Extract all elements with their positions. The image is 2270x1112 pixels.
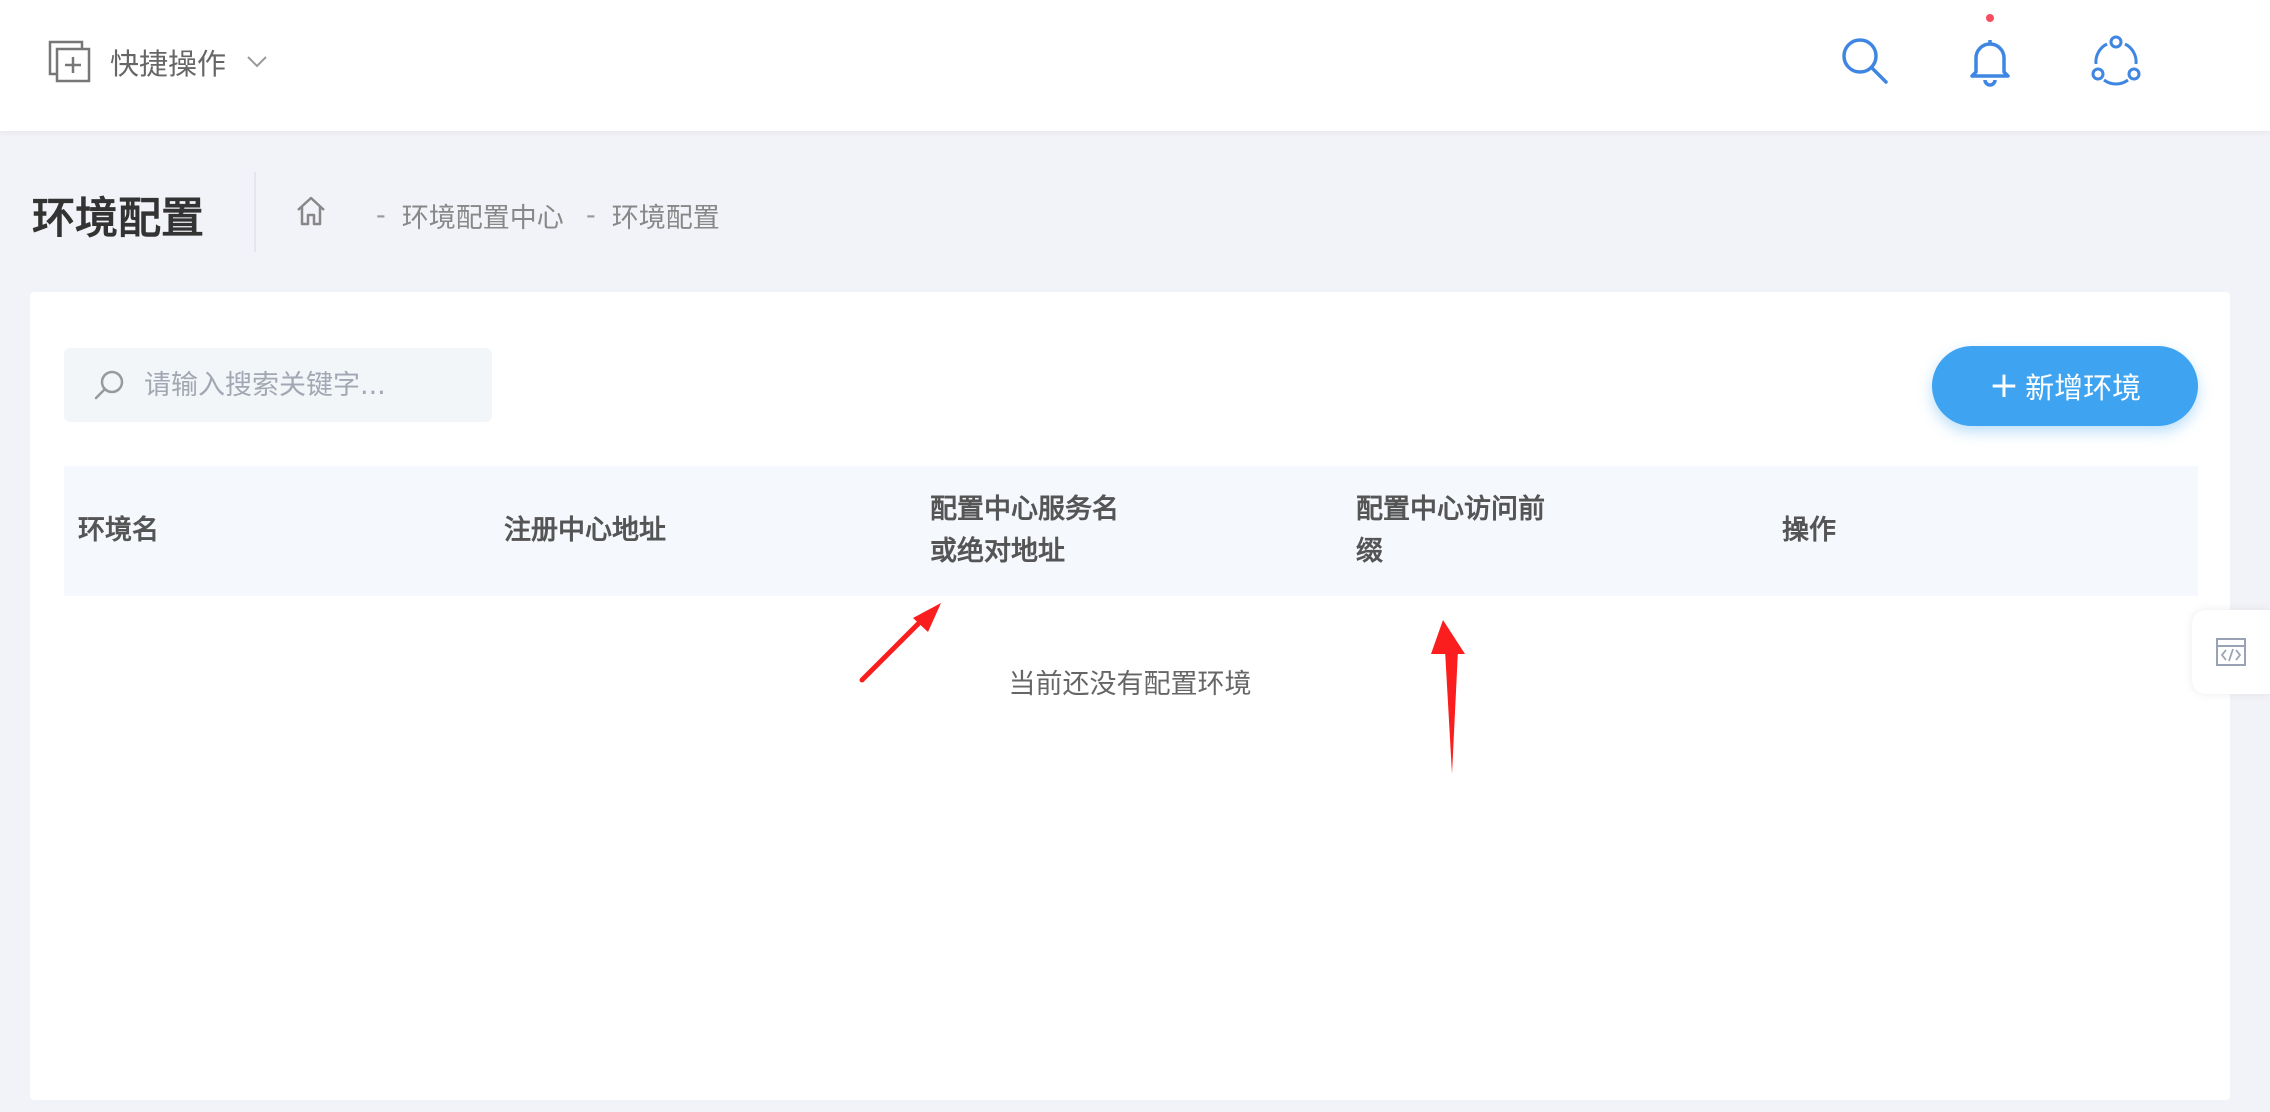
- home-icon[interactable]: [294, 194, 328, 228]
- breadcrumb-separator: -: [586, 200, 596, 231]
- page-title: 环境配置: [32, 194, 204, 244]
- table-header: 环境名 注册中心地址 配置中心服务名 或绝对地址 配置中心访问前 缀 操作: [64, 466, 2198, 596]
- column-header-registry-address: 注册中心地址: [504, 515, 666, 546]
- column-header-config-prefix: 配置中心访问前 缀: [1356, 494, 1545, 567]
- empty-state-text: 当前还没有配置环境: [1008, 669, 1252, 700]
- content-card: + 新增环境 环境名 注册中心地址 配置中心服务名 或绝对地址 配置中心访问前 …: [30, 292, 2230, 1100]
- code-window-icon: [2216, 638, 2246, 666]
- breadcrumb-label: 环境配置中心: [401, 203, 564, 234]
- notifications-button[interactable]: [1962, 32, 2018, 88]
- quick-actions-label: 快捷操作: [110, 47, 227, 81]
- search-icon: [1842, 38, 1888, 84]
- add-environment-button[interactable]: + 新增环境: [1932, 346, 2198, 426]
- plus-icon: +: [1988, 365, 2020, 406]
- search-icon: [94, 370, 124, 400]
- search-box[interactable]: [64, 348, 492, 422]
- share-icon: [2091, 35, 2141, 86]
- breadcrumb-item[interactable]: - 环境配置: [586, 196, 720, 235]
- chevron-down-icon: [247, 56, 267, 68]
- breadcrumb-item[interactable]: - 环境配置中心: [376, 196, 564, 235]
- title-divider: [254, 172, 256, 252]
- top-header: 快捷操作: [0, 0, 2270, 131]
- breadcrumb-label: 环境配置: [611, 203, 720, 234]
- quick-add-icon: [48, 40, 91, 83]
- bell-icon: [1970, 40, 2010, 87]
- column-header-actions: 操作: [1782, 515, 1836, 546]
- add-environment-label: 新增环境: [2025, 371, 2142, 405]
- side-panel-tab[interactable]: [2192, 610, 2270, 694]
- notification-dot: [1986, 14, 1994, 22]
- column-header-env-name: 环境名: [78, 515, 159, 546]
- search-input[interactable]: [144, 369, 464, 401]
- quick-actions-menu[interactable]: 快捷操作: [48, 38, 268, 86]
- share-button[interactable]: [2088, 32, 2144, 88]
- column-header-config-service: 配置中心服务名 或绝对地址: [930, 494, 1119, 567]
- search-button[interactable]: [1836, 32, 1892, 88]
- breadcrumb-separator: -: [376, 200, 386, 231]
